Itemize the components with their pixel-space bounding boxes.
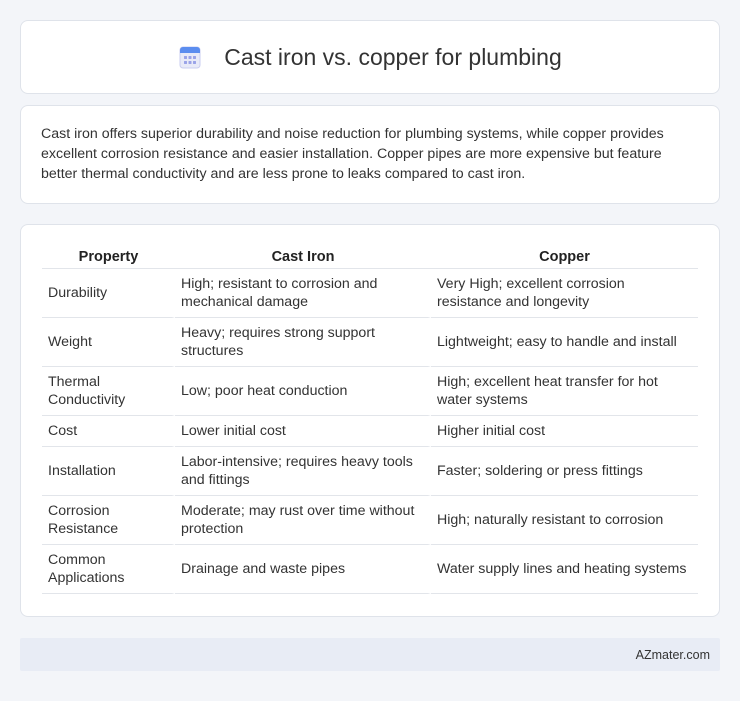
cast-iron-cell: High; resistant to corrosion and mechani… bbox=[175, 269, 431, 318]
property-cell: Durability bbox=[42, 269, 175, 318]
property-cell: Installation bbox=[42, 447, 175, 496]
table-row: Thermal Conductivity Low; poor heat cond… bbox=[42, 367, 698, 416]
table-row: Common Applications Drainage and waste p… bbox=[42, 545, 698, 594]
calendar-icon bbox=[178, 44, 202, 70]
cast-iron-cell: Heavy; requires strong support structure… bbox=[175, 318, 431, 367]
summary-text: Cast iron offers superior durability and… bbox=[41, 126, 664, 182]
footer-source-text: AZmater.com bbox=[635, 647, 710, 662]
title-wrap: Cast iron vs. copper for plumbing bbox=[178, 44, 562, 71]
copper-cell: Faster; soldering or press fittings bbox=[431, 447, 698, 496]
table-row: Cost Lower initial cost Higher initial c… bbox=[42, 416, 698, 447]
copper-cell: High; excellent heat transfer for hot wa… bbox=[431, 367, 698, 416]
page-title: Cast iron vs. copper for plumbing bbox=[224, 43, 562, 70]
property-cell: Corrosion Resistance bbox=[42, 496, 175, 545]
copper-cell: Very High; excellent corrosion resistanc… bbox=[431, 269, 698, 318]
cast-iron-cell: Drainage and waste pipes bbox=[175, 545, 431, 594]
summary-card: Cast iron offers superior durability and… bbox=[20, 105, 720, 204]
table-row: Installation Labor-intensive; requires h… bbox=[42, 447, 698, 496]
property-cell: Cost bbox=[42, 416, 175, 447]
cast-iron-cell: Labor-intensive; requires heavy tools an… bbox=[175, 447, 431, 496]
table-header-row: Property Cast Iron Copper bbox=[42, 245, 698, 269]
table-row: Durability High; resistant to corrosion … bbox=[42, 269, 698, 318]
copper-cell: Lightweight; easy to handle and install bbox=[431, 318, 698, 367]
cast-iron-cell: Low; poor heat conduction bbox=[175, 367, 431, 416]
property-cell: Thermal Conductivity bbox=[42, 367, 175, 416]
header-cast-iron: Cast Iron bbox=[175, 245, 431, 269]
property-cell: Common Applications bbox=[42, 545, 175, 594]
table-row: Corrosion Resistance Moderate; may rust … bbox=[42, 496, 698, 545]
property-cell: Weight bbox=[42, 318, 175, 367]
comparison-table: Property Cast Iron Copper Durability Hig… bbox=[42, 245, 698, 594]
cast-iron-cell: Lower initial cost bbox=[175, 416, 431, 447]
footer: AZmater.com bbox=[20, 638, 720, 671]
header-property: Property bbox=[42, 245, 175, 269]
header-copper: Copper bbox=[431, 245, 698, 269]
copper-cell: High; naturally resistant to corrosion bbox=[431, 496, 698, 545]
copper-cell: Water supply lines and heating systems bbox=[431, 545, 698, 594]
comparison-card: Property Cast Iron Copper Durability Hig… bbox=[20, 224, 720, 617]
copper-cell: Higher initial cost bbox=[431, 416, 698, 447]
cast-iron-cell: Moderate; may rust over time without pro… bbox=[175, 496, 431, 545]
title-card: Cast iron vs. copper for plumbing bbox=[20, 20, 720, 94]
table-row: Weight Heavy; requires strong support st… bbox=[42, 318, 698, 367]
